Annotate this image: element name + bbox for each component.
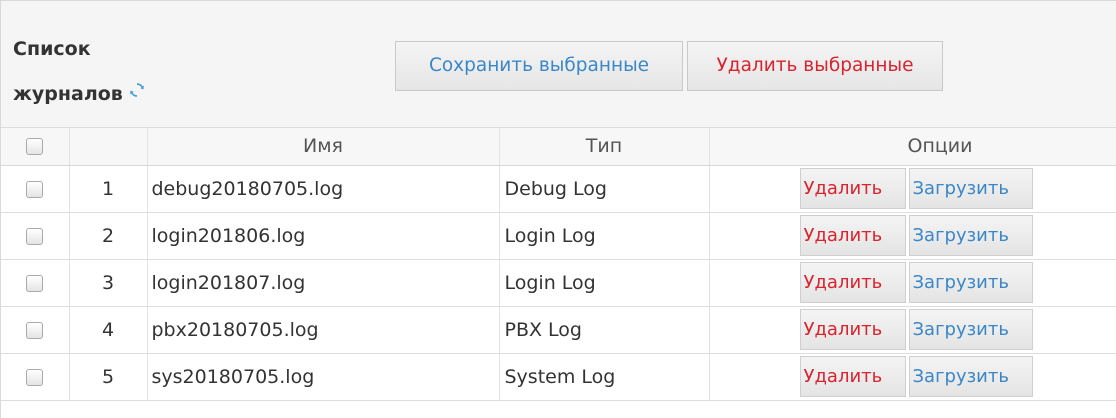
log-type: Debug Log <box>499 165 710 213</box>
delete-button[interactable]: Удалить <box>799 168 906 209</box>
delete-selected-button[interactable]: Удалить выбранные <box>687 41 943 91</box>
save-selected-button[interactable]: Сохранить выбранные <box>395 41 683 91</box>
log-file-name: sys20180705.log <box>147 353 500 401</box>
column-header-options-cell: Опции <box>709 128 1116 166</box>
log-list-header: Список журналов Сохранить выбранные Удал… <box>1 1 1116 128</box>
download-button[interactable]: Загрузить <box>908 168 1033 209</box>
row-checkbox[interactable] <box>26 227 44 245</box>
log-type: Login Log <box>499 259 710 307</box>
download-button[interactable]: Загрузить <box>908 262 1033 303</box>
row-number: 2 <box>69 212 148 260</box>
table-row: 2 login201806.log Login Log Удалить Загру… <box>1 212 1116 260</box>
row-options: Удалить Загрузить <box>709 353 1116 401</box>
log-file-name: pbx20180705.log <box>147 306 500 354</box>
delete-button[interactable]: Удалить <box>799 262 906 303</box>
row-checkbox[interactable] <box>26 321 44 339</box>
row-checkbox[interactable] <box>26 368 44 386</box>
row-options: Удалить Загрузить <box>709 165 1116 213</box>
column-header-type: Тип <box>499 128 710 166</box>
column-header-name: Имя <box>147 128 500 166</box>
row-options: Удалить Загрузить <box>709 306 1116 354</box>
page-title: Список журналов <box>13 27 173 117</box>
row-number: 1 <box>69 165 148 213</box>
delete-button[interactable]: Удалить <box>799 309 906 350</box>
delete-button[interactable]: Удалить <box>799 356 906 397</box>
row-checkbox[interactable] <box>26 180 44 198</box>
delete-button[interactable]: Удалить <box>799 215 906 256</box>
download-button[interactable]: Загрузить <box>908 309 1033 350</box>
row-number: 5 <box>69 353 148 401</box>
row-number: 4 <box>69 306 148 354</box>
log-file-name: login201807.log <box>147 259 500 307</box>
table-row: 5 sys20180705.log System Log Удалить Загр… <box>1 353 1116 401</box>
log-table: Имя Тип Опции 1 debug20180705.log Debug … <box>1 128 1116 401</box>
table-row: 1 debug20180705.log Debug Log Удалить Заг… <box>1 165 1116 213</box>
log-file-name: login201806.log <box>147 212 500 260</box>
row-checkbox[interactable] <box>26 274 44 292</box>
select-all-checkbox[interactable] <box>26 138 44 156</box>
refresh-icon[interactable] <box>129 70 145 115</box>
log-file-name: debug20180705.log <box>147 165 500 213</box>
table-header-row: Имя Тип Опции <box>1 128 1116 166</box>
row-options: Удалить Загрузить <box>709 259 1116 307</box>
page-title-line2-wrap: журналов <box>13 72 173 117</box>
download-button[interactable]: Загрузить <box>908 356 1033 397</box>
log-list-page: Список журналов Сохранить выбранные Удал… <box>0 0 1116 418</box>
table-row: 3 login201807.log Login Log Удалить Загру… <box>1 259 1116 307</box>
download-button[interactable]: Загрузить <box>908 215 1033 256</box>
column-header-options: Опции <box>907 135 973 158</box>
table-row: 4 pbx20180705.log PBX Log Удалить Загрузи… <box>1 306 1116 354</box>
row-number: 3 <box>69 259 148 307</box>
header-number-cell <box>69 128 148 166</box>
row-options: Удалить Загрузить <box>709 212 1116 260</box>
header-checkbox-cell <box>1 128 70 166</box>
log-type: PBX Log <box>499 306 710 354</box>
page-title-line2: журналов <box>13 83 123 105</box>
log-type: Login Log <box>499 212 710 260</box>
log-type: System Log <box>499 353 710 401</box>
page-title-line1: Список <box>13 38 91 60</box>
